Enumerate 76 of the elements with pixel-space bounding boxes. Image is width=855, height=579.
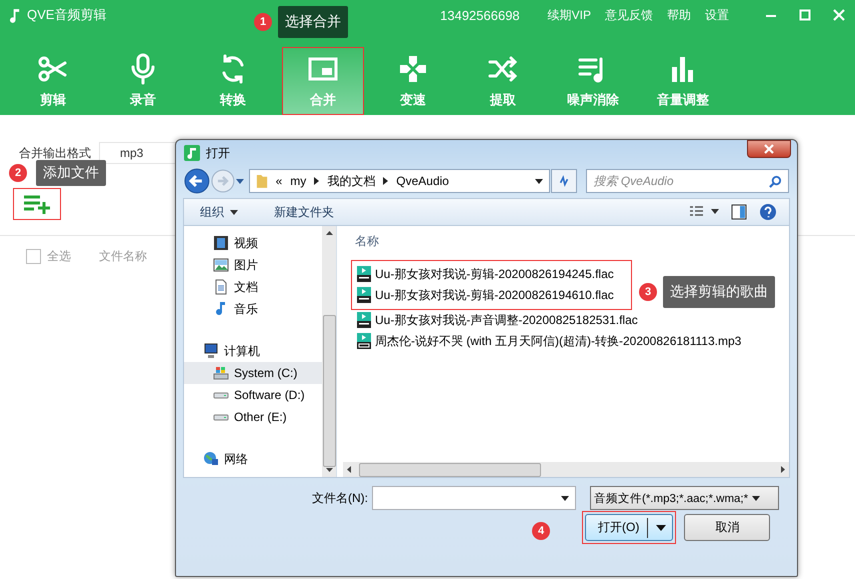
select-all-label: 全选 xyxy=(47,248,71,265)
dialog-title: 打开 xyxy=(206,144,230,162)
drive-icon xyxy=(213,414,229,420)
add-list-icon xyxy=(23,194,51,214)
dropdown-icon[interactable] xyxy=(561,496,569,500)
open-button[interactable]: 打开(O) xyxy=(585,514,674,541)
breadcrumb[interactable]: 我的文档 xyxy=(327,172,376,190)
dropdown-icon xyxy=(656,524,666,530)
music-note-icon xyxy=(10,8,21,22)
file-type-select[interactable]: 音频文件(*.mp3;*.aac;*.wma;* xyxy=(590,486,779,510)
chevron-icon xyxy=(383,177,388,185)
column-header: 文件名称 xyxy=(99,248,147,265)
computer-icon xyxy=(203,343,219,359)
film-icon xyxy=(213,235,229,251)
search-icon[interactable] xyxy=(769,175,782,188)
scroll-up-icon[interactable] xyxy=(326,231,332,235)
step-tooltip: 选择合并 xyxy=(278,6,348,38)
audio-file-icon xyxy=(356,287,372,303)
close-icon xyxy=(764,144,774,154)
search-field[interactable]: 搜索 QveAudio xyxy=(586,169,789,193)
dropdown-icon xyxy=(230,210,238,214)
nav-item[interactable]: System (C:) xyxy=(184,362,322,384)
cancel-button[interactable]: 取消 xyxy=(684,514,770,541)
refresh-button[interactable] xyxy=(551,169,578,193)
app-title: QVE音频剪辑 xyxy=(27,6,106,24)
folder-icon xyxy=(256,173,268,189)
column-header[interactable]: 名称 xyxy=(343,228,789,254)
preview-pane-icon[interactable] xyxy=(731,204,747,220)
scrollbar[interactable] xyxy=(322,226,336,477)
nav-item[interactable]: Other (E:) xyxy=(184,406,322,428)
dropdown-icon[interactable] xyxy=(752,496,760,500)
back-icon[interactable] xyxy=(184,168,210,194)
step-badge: 2 xyxy=(9,164,27,182)
scrollbar[interactable] xyxy=(343,462,789,477)
drive-icon xyxy=(213,392,229,398)
format-label: 合并输出格式 xyxy=(19,144,91,162)
speed-icon xyxy=(397,53,429,85)
nav-item[interactable]: 文档 xyxy=(184,276,322,298)
organize-menu[interactable]: 组织 xyxy=(194,202,244,222)
nav-item[interactable]: 音乐 xyxy=(184,298,322,320)
close-icon[interactable] xyxy=(833,9,845,21)
picture-icon xyxy=(213,257,229,273)
dropdown-icon[interactable] xyxy=(535,178,544,184)
new-folder-button[interactable]: 新建文件夹 xyxy=(268,202,340,222)
nav-item[interactable]: 图片 xyxy=(184,254,322,276)
account-phone: 13492566698 xyxy=(440,8,520,22)
step-tooltip: 选择剪辑的歌曲 xyxy=(663,276,775,308)
music-note-icon xyxy=(184,145,200,161)
breadcrumb[interactable]: « xyxy=(276,174,282,188)
close-button[interactable] xyxy=(747,140,791,158)
step-tooltip: 添加文件 xyxy=(36,160,106,186)
nav-item[interactable]: 视频 xyxy=(184,232,322,254)
audio-file-icon xyxy=(356,266,372,282)
help-icon[interactable] xyxy=(759,203,777,221)
filename-field[interactable] xyxy=(372,486,576,510)
scroll-left-icon[interactable] xyxy=(347,466,351,473)
network-icon xyxy=(203,451,219,467)
select-all-checkbox[interactable] xyxy=(26,249,41,264)
nav-item[interactable]: 计算机 xyxy=(184,340,322,362)
breadcrumb[interactable]: my xyxy=(290,174,306,188)
breadcrumb[interactable]: QveAudio xyxy=(396,174,449,188)
view-options-icon[interactable] xyxy=(689,205,719,219)
filename-label: 文件名(N): xyxy=(312,490,368,506)
drive-icon xyxy=(213,365,229,381)
nav-item[interactable]: Software (D:) xyxy=(184,384,322,406)
address-bar[interactable]: « my 我的文档 QveAudio xyxy=(248,169,550,193)
file-item[interactable]: Uu-那女孩对我说-声音调整-20200825182531.flac xyxy=(352,310,638,330)
add-file-button[interactable] xyxy=(13,188,61,220)
scroll-right-icon[interactable] xyxy=(781,466,785,473)
audio-file-icon xyxy=(356,333,372,349)
maximize-icon[interactable] xyxy=(799,9,811,21)
chevron-icon xyxy=(314,177,320,185)
audio-file-icon xyxy=(356,312,372,328)
document-icon xyxy=(213,279,229,295)
file-item[interactable]: 周杰伦-说好不哭 (with 五月天阿信)(超清)-转换-20200826181113.mp3 xyxy=(352,331,742,351)
nav-item[interactable]: 网络 xyxy=(184,448,322,470)
